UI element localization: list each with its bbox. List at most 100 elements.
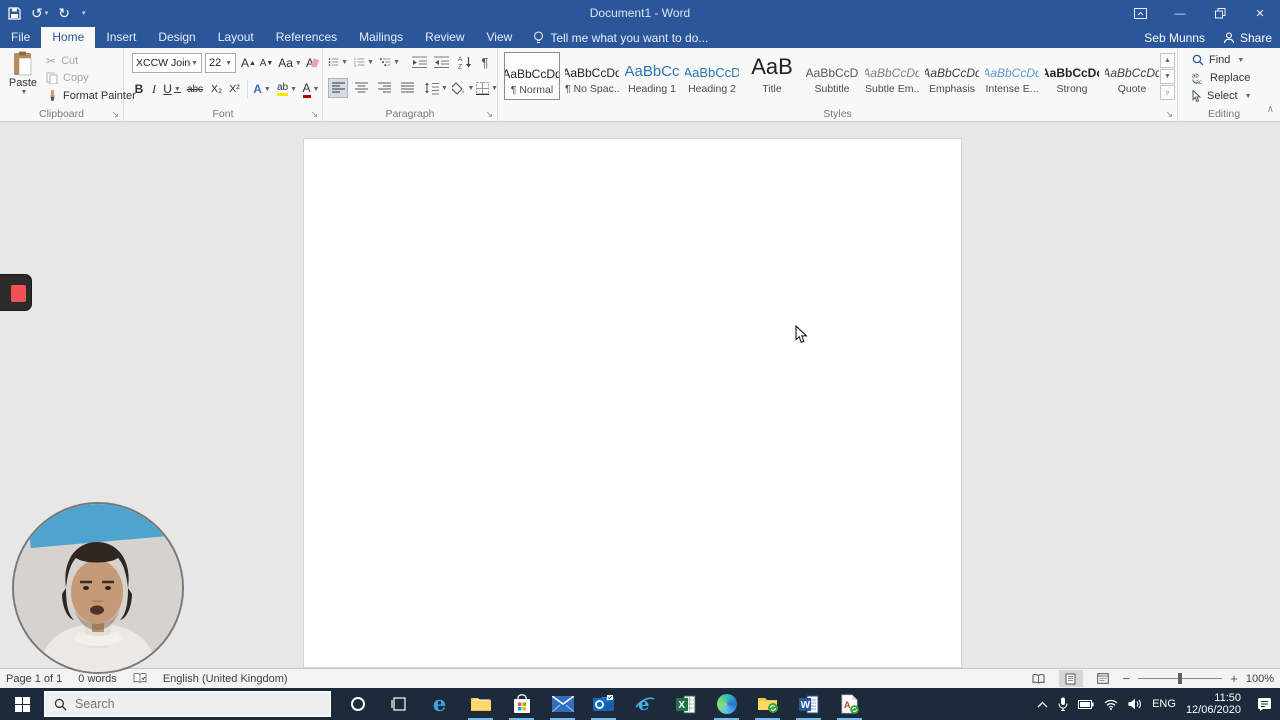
show-hide-pilcrow-button[interactable]: ¶ [475,52,495,72]
battery-icon[interactable] [1078,699,1094,709]
proofing-icon[interactable] [133,673,147,684]
action-center-icon[interactable] [1257,697,1272,711]
tab-references[interactable]: References [265,27,348,48]
zoom-slider[interactable] [1138,670,1223,687]
align-left-button[interactable] [328,78,348,98]
format-painter-button[interactable]: Format Painter [46,90,136,102]
style-strong[interactable]: AaBbCcDcStrong [1044,52,1100,100]
decrease-indent-button[interactable] [409,52,429,72]
styles-more-icon[interactable]: ▿ [1160,85,1175,100]
document-page[interactable] [303,138,962,668]
style-quote[interactable]: AaBbCcDd Quote [1104,52,1160,100]
taskbar-app-outlook[interactable] [583,688,624,720]
taskbar-app-edge-legacy[interactable]: e [419,688,460,720]
bold-button[interactable]: B [132,79,146,99]
taskbar-app-microsoft-store[interactable] [501,688,542,720]
collapse-ribbon-icon[interactable]: ∧ [1267,104,1274,115]
tab-mailings[interactable]: Mailings [348,27,414,48]
cortana-button[interactable] [337,688,378,720]
task-view-button[interactable] [378,688,419,720]
minimize-button[interactable]: — [1160,0,1200,27]
multilevel-list-button[interactable]: ▼ [380,52,400,72]
search-input[interactable] [75,697,295,711]
recording-stop-button[interactable] [0,274,32,311]
account-user-name[interactable]: Seb Munns [1144,31,1205,45]
language-button[interactable]: ENG [1152,698,1176,710]
numbering-button[interactable]: 1 2 3 ▼ [354,52,374,72]
style-subtitle[interactable]: AaBbCcD Subtitle [804,52,860,100]
close-button[interactable]: ✕ [1240,0,1280,27]
read-mode-icon[interactable] [1027,670,1051,687]
taskbar-app-excel[interactable]: X [665,688,706,720]
tab-design[interactable]: Design [147,27,206,48]
tab-file[interactable]: File [0,27,41,48]
style-emphasis[interactable]: AaBbCcDd Emphasis [924,52,980,100]
zoom-in-icon[interactable]: + [1230,671,1238,686]
paste-dropdown-arrow[interactable]: ▼ [21,89,28,96]
print-layout-icon[interactable] [1058,670,1083,687]
bullets-button[interactable]: ▼ [328,52,348,72]
taskbar-app-acrobat[interactable]: A [829,688,870,720]
start-button[interactable] [0,688,44,720]
tab-review[interactable]: Review [414,27,475,48]
language-indicator[interactable]: English (United Kingdom) [163,673,288,685]
tab-insert[interactable]: Insert [95,27,147,48]
styles-scroll-down-icon[interactable]: ▼ [1160,69,1175,84]
clock[interactable]: 11:50 12/06/2020 [1186,692,1241,716]
page-indicator[interactable]: Page 1 of 1 [6,673,62,685]
speaker-icon[interactable] [1128,698,1142,710]
taskbar-app-edge[interactable] [706,688,747,720]
taskbar-app-word[interactable]: W [788,688,829,720]
font-name-combobox[interactable]: XCCW Joined▼ [132,53,202,73]
justify-button[interactable] [397,78,417,98]
font-color-button[interactable]: A ▼ [301,79,321,99]
style-subtle-emphasis[interactable]: AaBbCcDd Subtle Em... [864,52,920,100]
change-case-button[interactable]: Aa ▼ [278,53,302,73]
style-heading-2[interactable]: AaBbCcD Heading 2 [684,52,740,100]
wifi-icon[interactable] [1104,699,1118,710]
taskbar-search[interactable] [44,691,331,717]
shrink-font-button[interactable]: A ▼ [258,53,275,73]
zoom-percent[interactable]: 100% [1246,673,1274,685]
paste-button[interactable]: Paste ▼ [2,51,44,107]
underline-button[interactable]: U ▼ [162,79,182,99]
microphone-icon[interactable] [1058,697,1068,711]
style-title[interactable]: AaB Title [744,52,800,100]
align-right-button[interactable] [374,78,394,98]
style-no-spacing[interactable]: AaBbCcDd ¶ No Spac... [564,52,620,100]
find-button[interactable]: Find ▼ [1192,54,1244,66]
font-size-combobox[interactable]: 22 ▼ [205,53,236,73]
share-button[interactable]: Share [1223,31,1272,45]
web-layout-icon[interactable] [1091,670,1115,687]
superscript-button[interactable]: X² [226,79,243,99]
align-center-button[interactable] [351,78,371,98]
taskbar-app-mail[interactable] [542,688,583,720]
text-highlight-button[interactable]: ab ▼ [275,79,299,99]
tab-layout[interactable]: Layout [207,27,265,48]
taskbar-app-file-explorer-sync[interactable] [747,688,788,720]
tray-chevron-up-icon[interactable] [1037,701,1048,708]
shading-button[interactable]: ▼ [451,78,475,98]
word-count[interactable]: 0 words [78,673,117,685]
strikethrough-button[interactable]: abc [184,79,206,99]
style-heading-1[interactable]: AaBbCc Heading 1 [624,52,680,100]
text-effects-button[interactable]: A ▼ [251,79,273,99]
taskbar-app-file-explorer[interactable] [460,688,501,720]
sort-button[interactable]: AZ [455,52,475,72]
tab-view[interactable]: View [476,27,524,48]
style-intense-emphasis[interactable]: AaBbCcDd Intense E... [984,52,1040,100]
ribbon-display-options-icon[interactable] [1120,0,1160,27]
increase-indent-button[interactable] [431,52,451,72]
taskbar-app-internet-explorer[interactable]: e [624,688,665,720]
italic-button[interactable]: I [148,79,160,99]
subscript-button[interactable]: X₂ [208,79,225,99]
select-button[interactable]: Select ▼ [1192,90,1252,102]
zoom-out-icon[interactable]: − [1123,671,1131,686]
styles-scroll-up-icon[interactable]: ▲ [1160,53,1175,68]
style-normal[interactable]: AaBbCcDd ¶ Normal [504,52,560,100]
line-spacing-button[interactable]: ▼ [423,78,449,98]
clear-formatting-button[interactable]: A [304,53,320,73]
zoom-slider-handle[interactable] [1178,673,1183,684]
tell-me-box[interactable]: Tell me what you want to do... [523,27,718,48]
borders-button[interactable]: ▼ [475,78,499,98]
